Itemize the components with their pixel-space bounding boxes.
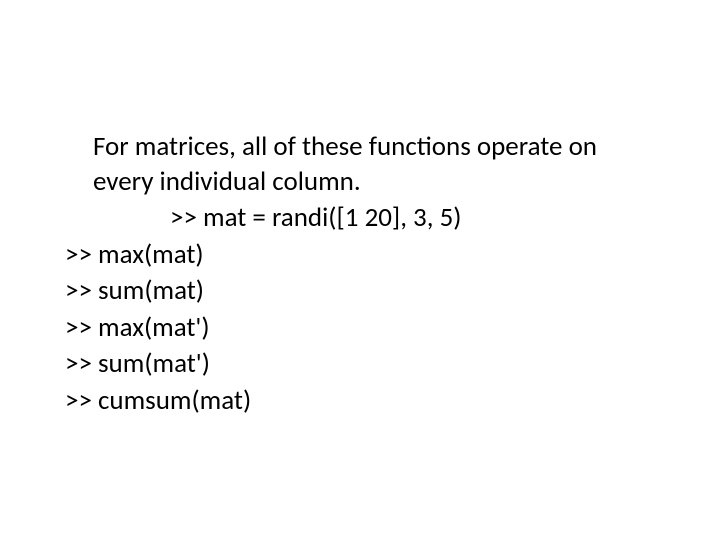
command-line: >> sum(mat) [65,274,660,309]
command-line: >> max(mat') [65,311,660,346]
command-line: >> cumsum(mat) [65,384,660,419]
intro-text: For matrices, all of these functions ope… [93,130,660,199]
command-line: >> max(mat) [65,238,660,273]
command-line-randi: >> mat = randi([1 20], 3, 5) [170,201,660,236]
command-line: >> sum(mat') [65,347,660,382]
